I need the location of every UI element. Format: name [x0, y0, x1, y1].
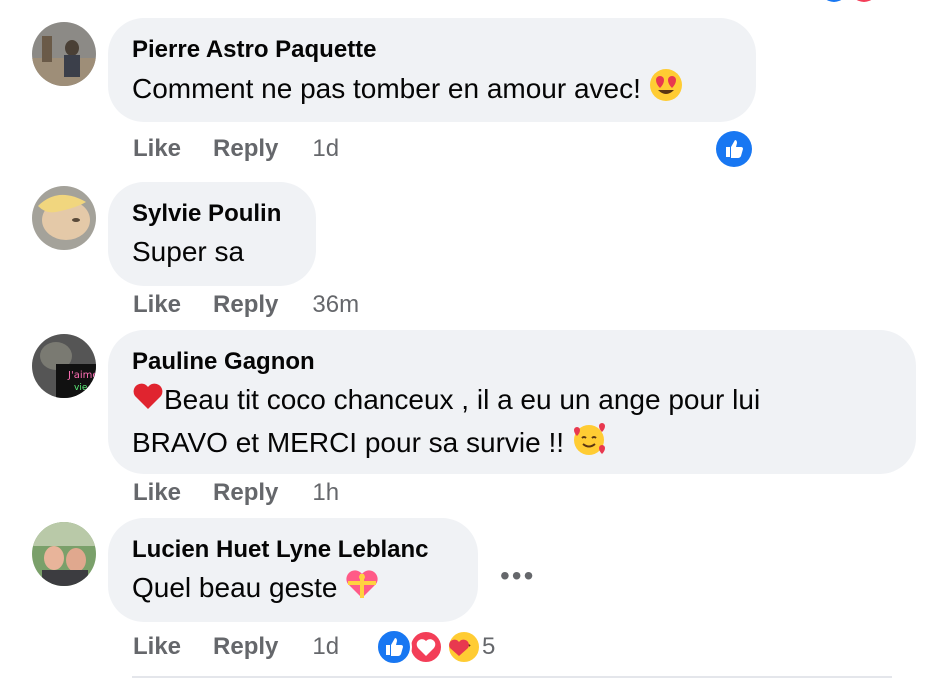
comment-text-line: BRAVO et MERCI pour sa survie !! — [132, 427, 565, 458]
comment-text-line: Beau tit coco chanceux , il a eu un ange… — [164, 384, 761, 415]
comment-author[interactable]: Pierre Astro Paquette — [132, 36, 732, 64]
comment-text: Comment ne pas tomber en amour avec! — [132, 68, 732, 113]
more-options-icon[interactable]: ••• — [500, 560, 535, 592]
reply-link[interactable]: Reply — [213, 633, 278, 661]
comment-text-content: Quel beau geste — [132, 572, 338, 603]
comment-actions: Like Reply 1d — [133, 632, 339, 662]
like-reaction-icon[interactable] — [716, 131, 752, 172]
timestamp[interactable]: 36m — [312, 291, 359, 319]
timestamp[interactable]: 1d — [312, 135, 339, 163]
comment-author[interactable]: Lucien Huet Lyne Leblanc — [132, 536, 454, 564]
avatar[interactable] — [32, 522, 96, 586]
like-link[interactable]: Like — [133, 633, 181, 661]
reply-link[interactable]: Reply — [213, 135, 278, 163]
smiling-face-with-hearts-emoji-icon — [572, 422, 606, 467]
svg-text:vie: vie — [74, 383, 88, 393]
comment-bubble: Sylvie Poulin Super sa — [108, 182, 316, 286]
comment-actions: Like Reply 36m — [133, 290, 359, 320]
reply-link[interactable]: Reply — [213, 291, 278, 319]
comment-text: Beau tit coco chanceux , il a eu un ange… — [132, 380, 892, 467]
avatar[interactable]: J'aime vie — [32, 334, 96, 398]
comment-text-content: Comment ne pas tomber en amour avec! — [132, 72, 641, 104]
comment-bubble: Lucien Huet Lyne Leblanc Quel beau geste — [108, 518, 478, 622]
like-link[interactable]: Like — [133, 135, 181, 163]
reaction-count[interactable]: 5 — [482, 633, 495, 661]
comment-bubble: Pierre Astro Paquette Comment ne pas tom… — [108, 18, 756, 122]
svg-text:J'aime: J'aime — [67, 370, 96, 381]
heart-eyes-emoji-icon — [649, 68, 683, 113]
comment-author[interactable]: Pauline Gagnon — [132, 348, 892, 376]
avatar[interactable] — [32, 22, 96, 86]
like-link[interactable]: Like — [133, 291, 181, 319]
red-heart-emoji-icon — [132, 381, 164, 422]
comment-actions: Like Reply 1h — [133, 478, 339, 508]
heart-with-ribbon-emoji-icon — [345, 568, 379, 611]
reaction-icons-partial — [820, 0, 890, 6]
reply-link[interactable]: Reply — [213, 479, 278, 507]
comment-text: Super sa — [132, 236, 245, 267]
comment-text: Quel beau geste — [132, 568, 454, 611]
comment-actions: Like Reply 1d — [133, 134, 339, 164]
divider — [132, 676, 892, 678]
comment-bubble: Pauline Gagnon Beau tit coco chanceux , … — [108, 330, 916, 474]
avatar[interactable] — [32, 186, 96, 250]
timestamp[interactable]: 1h — [312, 479, 339, 507]
like-link[interactable]: Like — [133, 479, 181, 507]
comment-author[interactable]: Sylvie Poulin — [132, 200, 292, 228]
timestamp[interactable]: 1d — [312, 633, 339, 661]
reactions-summary[interactable]: 5 — [374, 628, 495, 666]
